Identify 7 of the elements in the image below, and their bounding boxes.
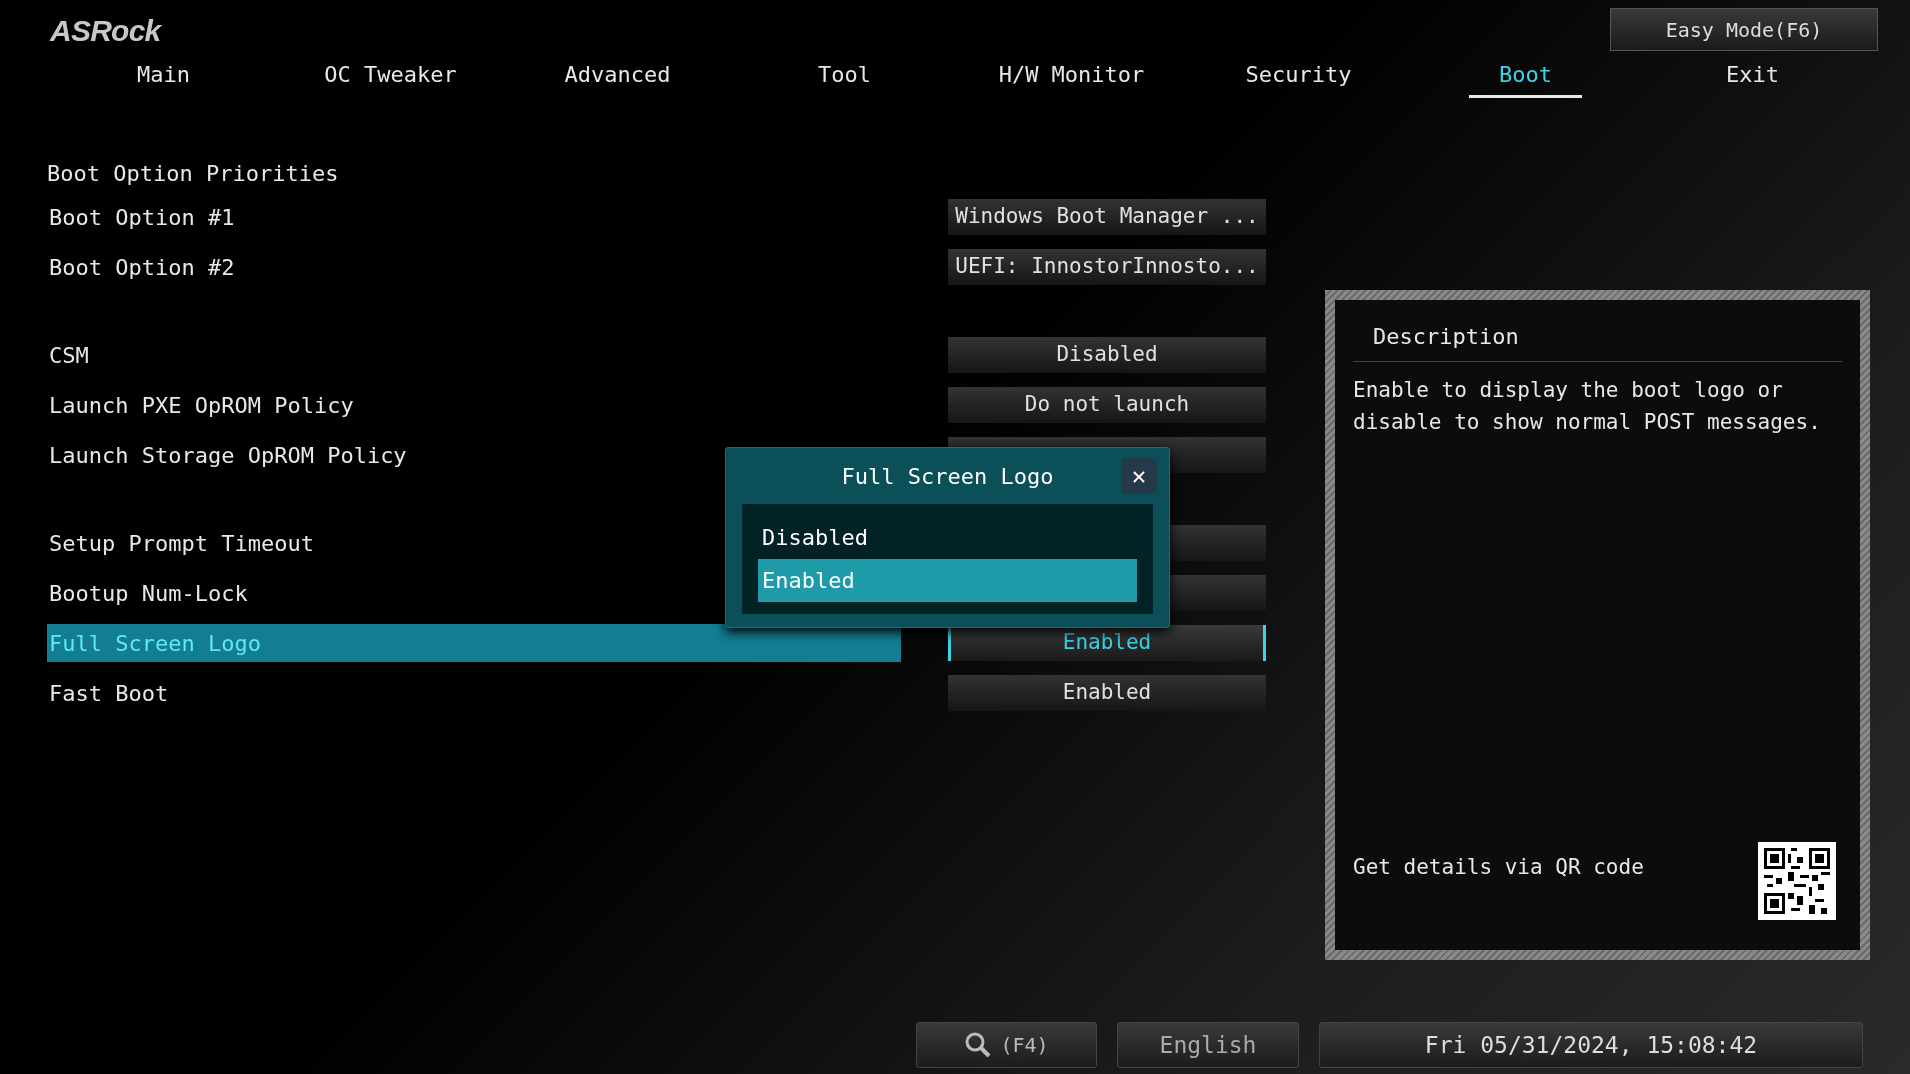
panel-title: Description [1353, 320, 1842, 362]
brand-logo: ASRock [50, 13, 161, 49]
dialog-title: Full Screen Logo [841, 462, 1054, 491]
date-time: Fri 05/31/2024, 15:08:42 [1319, 1022, 1863, 1068]
qr-label: Get details via QR code [1353, 854, 1644, 881]
description-text: Enable to display the boot logo or disable to show normal POST messages. [1353, 377, 1822, 436]
section-heading: Boot Option Priorities [47, 160, 339, 188]
